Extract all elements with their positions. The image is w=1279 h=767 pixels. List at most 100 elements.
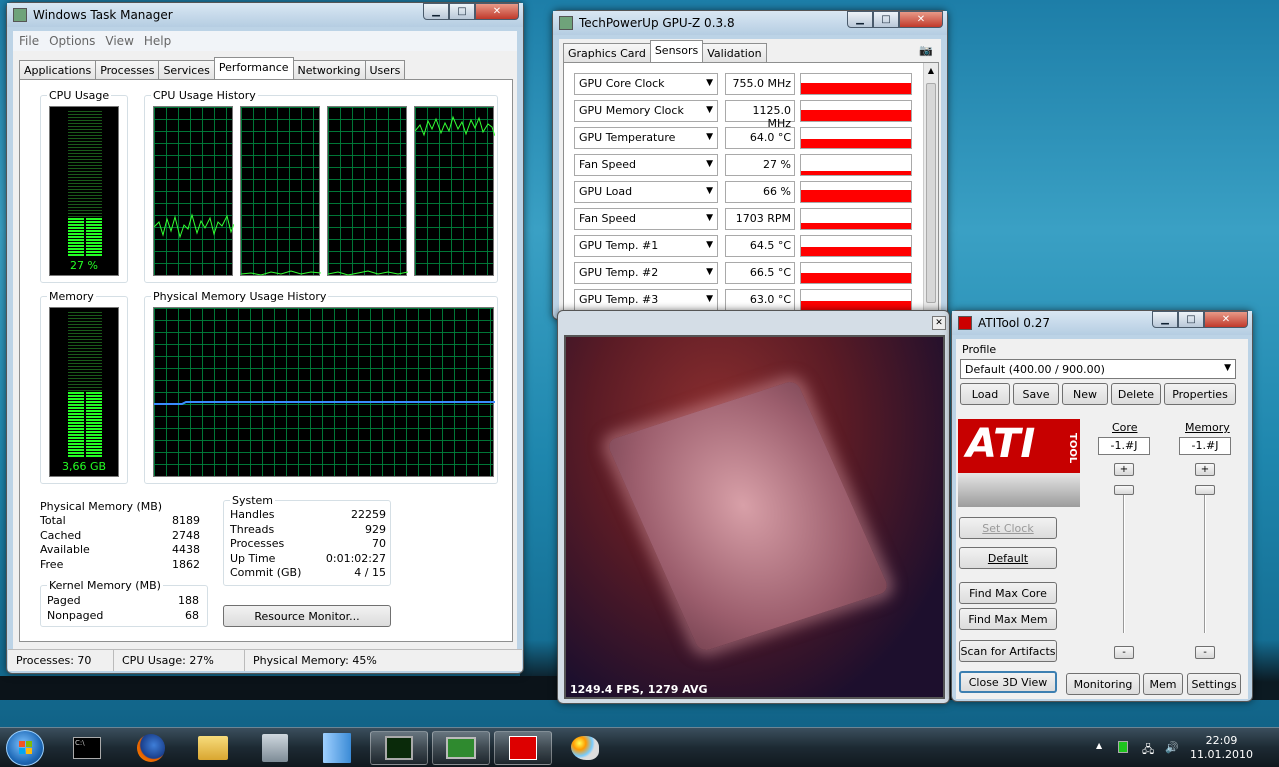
sensor-value: 63.0 °C: [725, 289, 795, 311]
memory-slider-track[interactable]: [1204, 485, 1206, 633]
core-decrease-button[interactable]: -: [1114, 646, 1134, 659]
new-profile-button[interactable]: New: [1062, 383, 1108, 405]
mem-button[interactable]: Mem: [1143, 673, 1183, 695]
system-clock[interactable]: 22:09 11.01.2010: [1190, 734, 1253, 762]
sensor-row: Fan Speed ▼ 1703 RPM: [574, 208, 914, 230]
tab-users[interactable]: Users: [364, 60, 406, 79]
tray-green-app-icon[interactable]: [1118, 741, 1128, 753]
scan-artifacts-button[interactable]: Scan for Artifacts: [959, 640, 1057, 662]
tab-processes[interactable]: Processes: [95, 60, 160, 79]
network-icon[interactable]: 🖧: [1142, 741, 1154, 760]
taskbar-cmd[interactable]: C:\: [58, 731, 116, 765]
monitoring-button[interactable]: Monitoring: [1066, 673, 1140, 695]
sensor-name-select[interactable]: GPU Temp. #3 ▼: [574, 289, 718, 311]
taskbar-task-manager[interactable]: [370, 731, 428, 765]
cpu-history-graph-core-4: [414, 106, 496, 276]
chevron-down-icon: ▼: [706, 159, 713, 169]
gpuz-tab-strip: Graphics Card Sensors Validation: [563, 40, 767, 62]
gpuz-tab-graphics-card[interactable]: Graphics Card: [563, 43, 651, 62]
close-3d-view-button[interactable]: Close 3D View: [959, 671, 1057, 693]
atitool-maximize-button[interactable]: □: [1178, 311, 1204, 328]
tab-services[interactable]: Services: [158, 60, 215, 79]
sensor-name-select[interactable]: Fan Speed ▼: [574, 154, 718, 176]
memory-clock-field[interactable]: -1.#J: [1179, 437, 1231, 455]
scroll-up-arrow[interactable]: ▲: [924, 66, 938, 75]
sensor-name-select[interactable]: GPU Temp. #1 ▼: [574, 235, 718, 257]
resource-monitor-button[interactable]: Resource Monitor...: [223, 605, 391, 627]
set-clock-button[interactable]: Set Clock: [959, 517, 1057, 539]
taskbar-buildings-app[interactable]: [308, 731, 366, 765]
load-profile-button[interactable]: Load: [960, 383, 1010, 405]
gpuz-titlebar[interactable]: TechPowerUp GPU-Z 0.3.8 ▁ □ ✕: [553, 11, 947, 35]
status-bar: Processes: 70 CPU Usage: 27% Physical Me…: [8, 649, 522, 671]
gpuz-tab-validation[interactable]: Validation: [702, 43, 767, 62]
sensor-name-select[interactable]: GPU Memory Clock ▼: [574, 100, 718, 122]
chevron-down-icon: ▼: [1224, 363, 1231, 373]
atitool-icon: [958, 316, 972, 330]
menu-file[interactable]: File: [19, 34, 39, 48]
taskbar-network-app[interactable]: [246, 731, 304, 765]
sensor-row: GPU Load ▼ 66 %: [574, 181, 914, 203]
render-close-icon[interactable]: ✕: [932, 316, 946, 330]
tab-networking[interactable]: Networking: [292, 60, 366, 79]
task-manager-titlebar[interactable]: Windows Task Manager ▁ □ ✕: [7, 3, 523, 27]
atitool-minimize-button[interactable]: ▁: [1152, 311, 1178, 328]
maximize-button[interactable]: □: [449, 3, 475, 20]
gpuz-minimize-button[interactable]: ▁: [847, 11, 873, 28]
sensor-row: Fan Speed ▼ 27 %: [574, 154, 914, 176]
sensor-name-select[interactable]: Fan Speed ▼: [574, 208, 718, 230]
sensor-name-select[interactable]: GPU Load ▼: [574, 181, 718, 203]
system-key: Processes: [230, 537, 285, 550]
sensor-graph: [800, 181, 912, 203]
sensor-name-select[interactable]: GPU Temperature ▼: [574, 127, 718, 149]
atitool-titlebar[interactable]: ATITool 0.27 ▁ □ ✕: [952, 311, 1252, 335]
taskbar-paint[interactable]: [556, 731, 614, 765]
memory-meter: 3,66 GB: [49, 307, 119, 477]
volume-icon[interactable]: 🔊: [1165, 741, 1179, 754]
gpuz-tab-sensors[interactable]: Sensors: [649, 40, 704, 62]
core-slider-thumb[interactable]: [1114, 485, 1134, 495]
sensor-graph-bar: [801, 190, 911, 202]
scroll-thumb[interactable]: [926, 83, 936, 303]
profile-properties-button[interactable]: Properties: [1164, 383, 1236, 405]
task-manager-icon: [13, 8, 27, 22]
sensor-name: GPU Memory Clock: [579, 104, 684, 117]
taskbar-firefox[interactable]: [122, 731, 180, 765]
tray-expand-icon[interactable]: ▲: [1096, 741, 1102, 750]
minimize-button[interactable]: ▁: [423, 3, 449, 20]
memory-decrease-button[interactable]: -: [1195, 646, 1215, 659]
start-button[interactable]: [6, 730, 44, 766]
taskbar-atitool[interactable]: [494, 731, 552, 765]
sensor-name-select[interactable]: GPU Temp. #2 ▼: [574, 262, 718, 284]
atitool-close-button[interactable]: ✕: [1204, 311, 1248, 328]
system-value: 22259: [351, 508, 386, 521]
taskbar-gpuz[interactable]: [432, 731, 490, 765]
menu-view[interactable]: View: [105, 34, 133, 48]
menu-options[interactable]: Options: [49, 34, 95, 48]
tab-applications[interactable]: Applications: [19, 60, 97, 79]
find-max-core-button[interactable]: Find Max Core: [959, 582, 1057, 604]
sensor-scrollbar[interactable]: ▲: [923, 63, 938, 320]
cpu-history-line-core-2: [240, 270, 322, 276]
memory-slider-thumb[interactable]: [1195, 485, 1215, 495]
core-increase-button[interactable]: +: [1114, 463, 1134, 476]
find-max-mem-button[interactable]: Find Max Mem: [959, 608, 1057, 630]
delete-profile-button[interactable]: Delete: [1111, 383, 1161, 405]
core-clock-field[interactable]: -1.#J: [1098, 437, 1150, 455]
default-button[interactable]: Default: [959, 547, 1057, 569]
settings-button[interactable]: Settings: [1187, 673, 1241, 695]
sensor-name-select[interactable]: GPU Core Clock ▼: [574, 73, 718, 95]
camera-icon[interactable]: 📷: [919, 44, 933, 57]
physical-memory-value: 8189: [172, 514, 200, 527]
core-slider-track[interactable]: [1123, 485, 1125, 633]
system-key: Handles: [230, 508, 275, 521]
taskbar-explorer[interactable]: [184, 731, 242, 765]
tab-performance[interactable]: Performance: [213, 57, 294, 79]
gpuz-close-button[interactable]: ✕: [899, 11, 943, 28]
save-profile-button[interactable]: Save: [1013, 383, 1059, 405]
profile-select[interactable]: Default (400.00 / 900.00) ▼: [960, 359, 1236, 379]
memory-increase-button[interactable]: +: [1195, 463, 1215, 476]
gpuz-maximize-button[interactable]: □: [873, 11, 899, 28]
close-button[interactable]: ✕: [475, 3, 519, 20]
menu-help[interactable]: Help: [144, 34, 171, 48]
